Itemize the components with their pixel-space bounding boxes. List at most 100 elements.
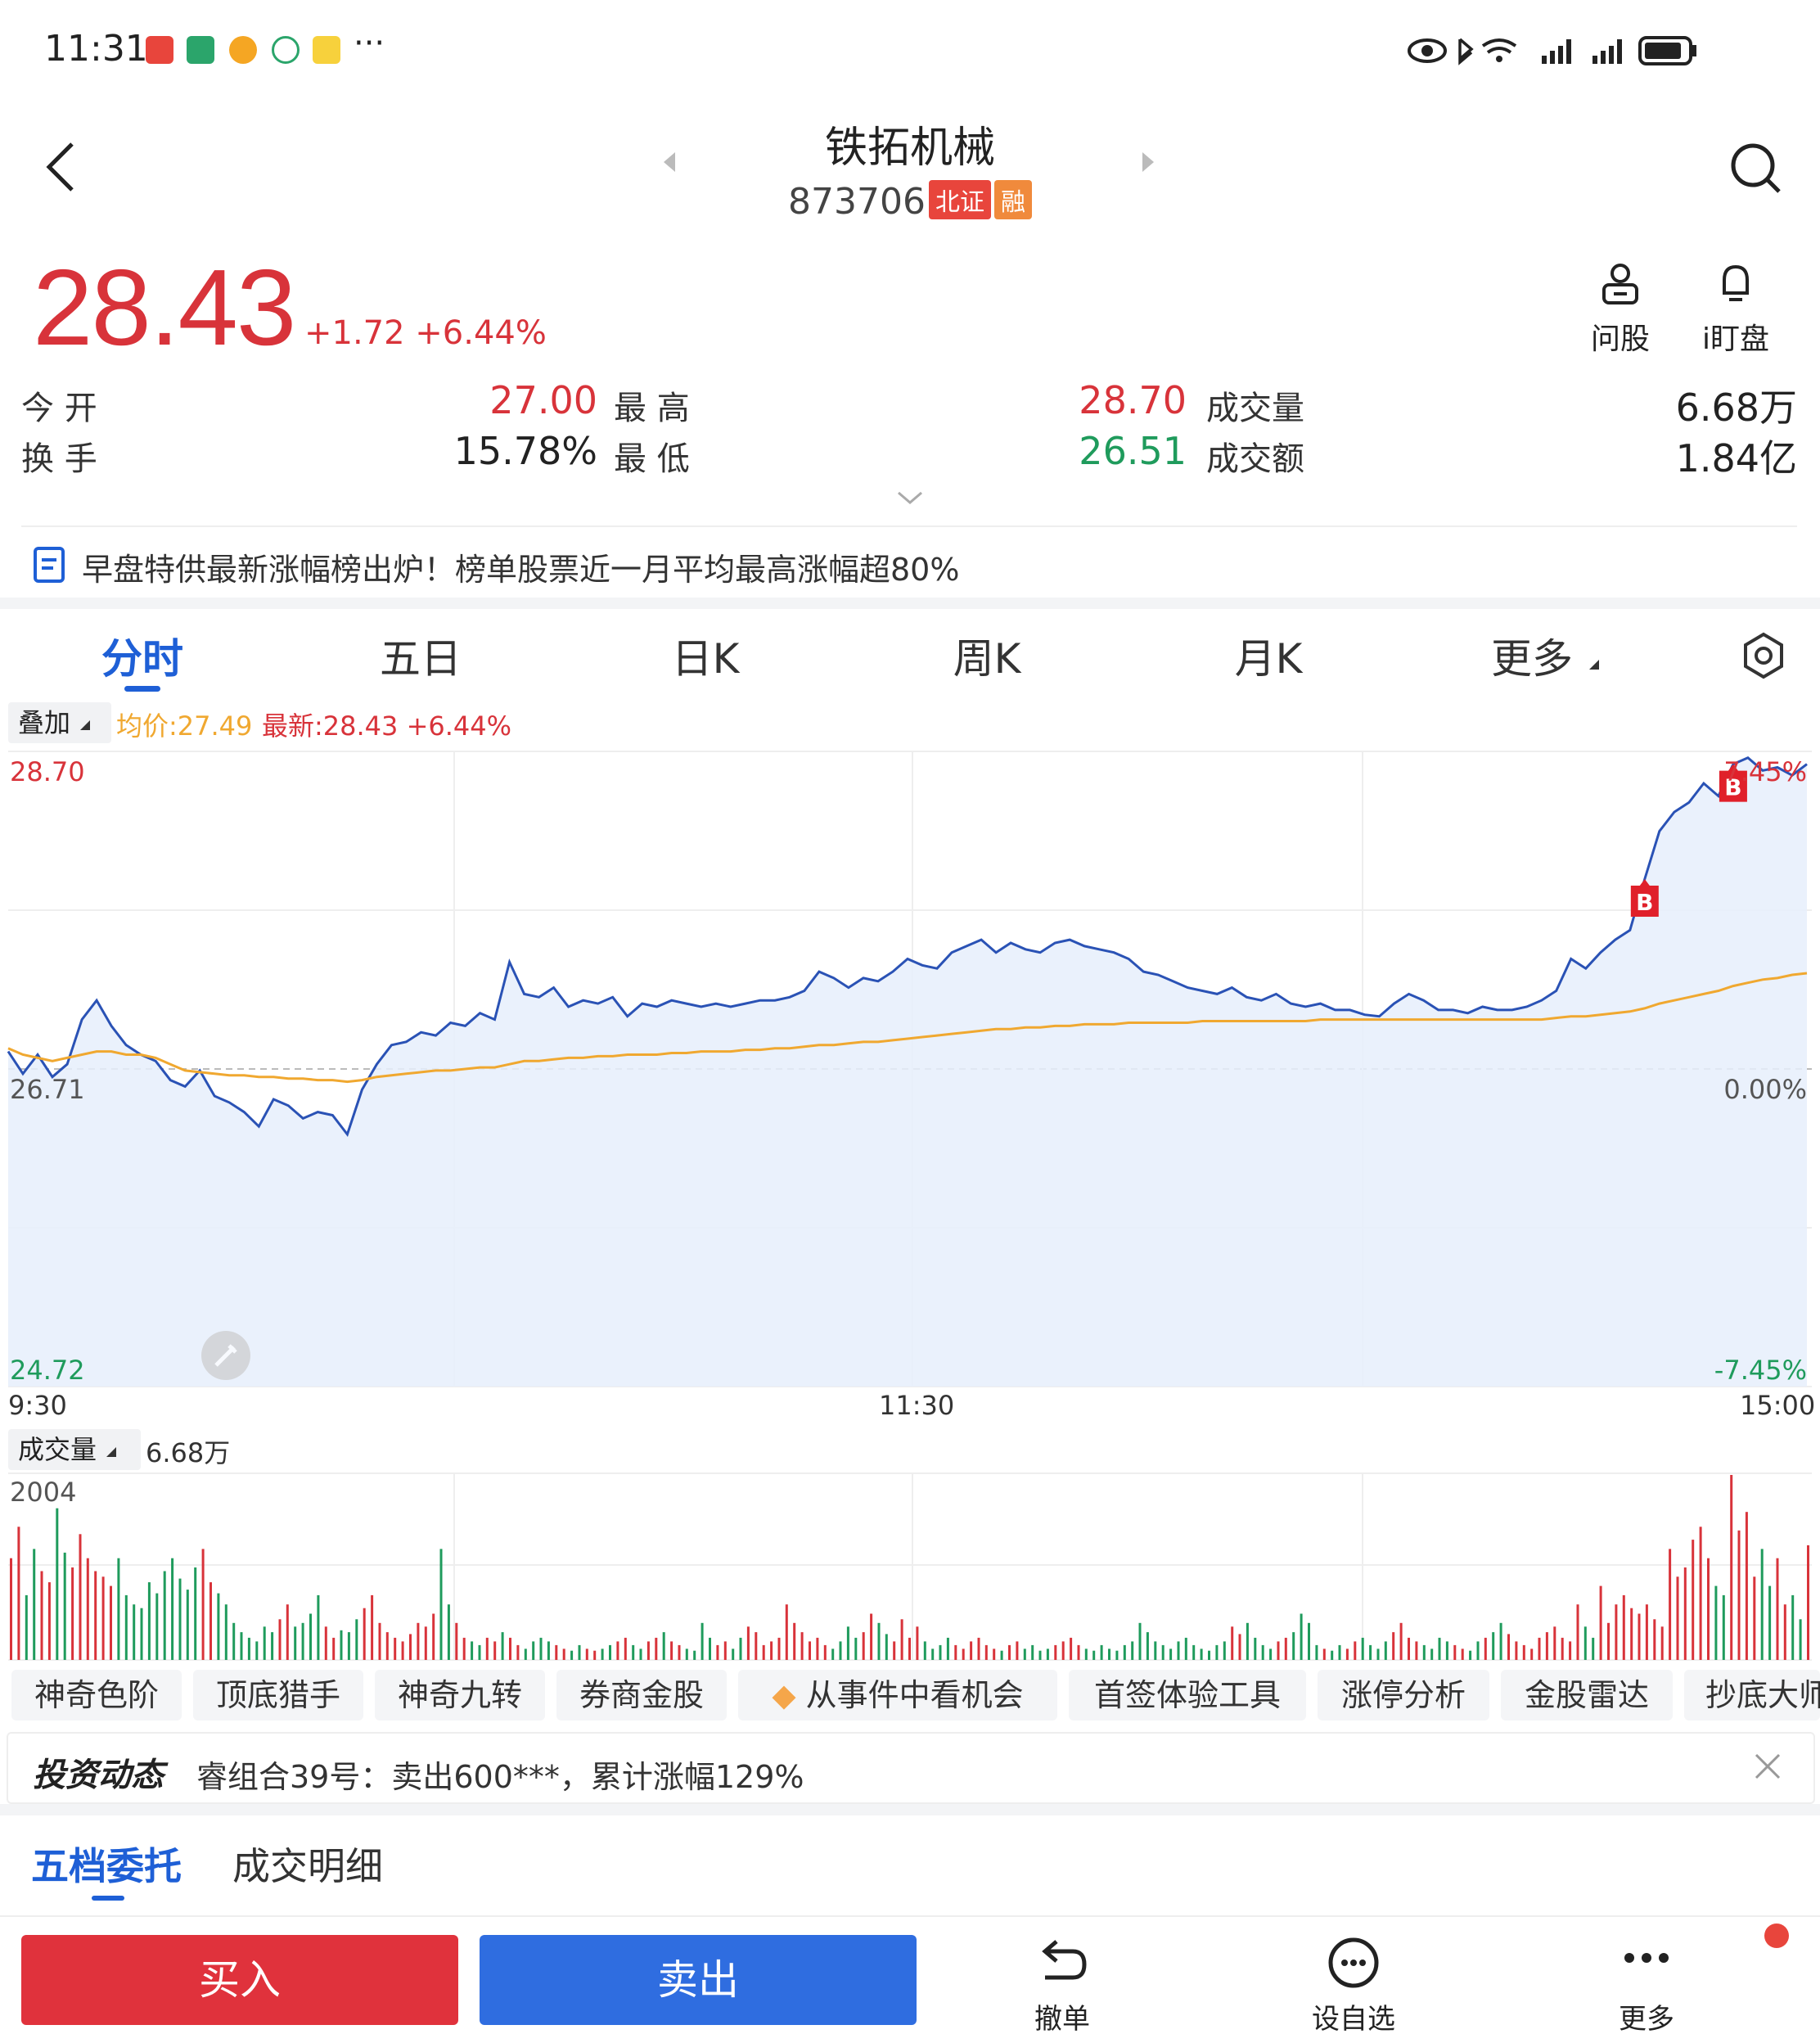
tool-color-scale[interactable]: 神奇色阶 (11, 1670, 182, 1721)
divider (21, 525, 1797, 527)
volume-bar (1331, 1650, 1334, 1660)
volume-bar (1384, 1641, 1387, 1660)
status-time: 11:31 (44, 28, 148, 70)
volume-bar (923, 1641, 926, 1660)
volume-bar (432, 1613, 435, 1660)
tool-broker-picks[interactable]: 券商金股 (556, 1670, 727, 1721)
open-value: 27.00 (489, 378, 597, 422)
tab-trade-details[interactable]: 成交明细 (232, 1837, 383, 1891)
volume-bar (1038, 1650, 1042, 1660)
volume-bar (1284, 1637, 1287, 1660)
volume-bar (1092, 1650, 1096, 1660)
volume-bar (1515, 1641, 1518, 1660)
search-button[interactable] (1727, 139, 1784, 200)
draw-tool-button[interactable] (201, 1331, 250, 1380)
low-value: 26.51 (1079, 429, 1187, 473)
market-tag: 北证 (928, 180, 991, 219)
volume-bar (1292, 1632, 1295, 1660)
intraday-chart[interactable]: BB 28.70 26.71 24.72 7.45% 0.00% -7.45% (0, 745, 1820, 1408)
pen-icon (214, 1344, 237, 1367)
tab-more-label: 更多 (1491, 635, 1574, 683)
tool-nine-turns[interactable]: 神奇九转 (375, 1670, 545, 1721)
status-icons (1408, 36, 1696, 65)
volume-bar (1308, 1622, 1310, 1660)
volume-bar (417, 1622, 420, 1660)
volume-bar (347, 1632, 350, 1660)
axis-price-top: 28.70 (10, 756, 85, 787)
volume-bar (209, 1582, 212, 1660)
volume-bar (271, 1632, 274, 1660)
volume-bar (908, 1637, 911, 1660)
chart-settings-button[interactable] (1738, 630, 1789, 684)
volume-bar (1791, 1594, 1795, 1660)
volume-bar (471, 1641, 474, 1660)
buy-button[interactable]: 买入 (21, 1935, 458, 2025)
tab-intraday[interactable]: 分时 (52, 626, 232, 685)
volume-bar (562, 1648, 565, 1660)
expand-quote-button[interactable] (895, 488, 925, 511)
tool-first-sign[interactable]: 首签体验工具 (1069, 1670, 1306, 1721)
tool-event-opportunity[interactable]: ◆ 从事件中看机会 (738, 1670, 1057, 1721)
invest-banner[interactable]: 投资动态 睿组合39号：卖出600***，累计涨幅129% (7, 1732, 1815, 1804)
section-gap-2 (0, 1804, 1820, 1815)
tab-day-k[interactable]: 日K (615, 626, 795, 685)
volume-bar (655, 1637, 658, 1660)
tab-week-k[interactable]: 周K (897, 626, 1077, 685)
volume-bar (240, 1632, 243, 1660)
tool-golden-radar[interactable]: 金股雷达 (1501, 1670, 1673, 1721)
volume-bar (110, 1585, 112, 1660)
volume-bar (1208, 1650, 1210, 1660)
volume-chart[interactable]: 2004 (0, 1470, 1820, 1663)
volume-bar (1753, 1576, 1756, 1660)
volume-bar (424, 1626, 427, 1660)
news-banner[interactable]: 早盘特供最新涨幅榜出炉！榜单股票近一月平均最高涨幅超80% (0, 536, 1820, 593)
volume-bar (854, 1637, 858, 1660)
bell-icon (1723, 264, 1749, 301)
volume-bar (1484, 1637, 1487, 1660)
tab-month-k[interactable]: 月K (1178, 626, 1358, 685)
volume-bar (1392, 1632, 1395, 1660)
volume-bar (394, 1637, 397, 1660)
section-gap (0, 598, 1820, 609)
volume-bar (1070, 1637, 1073, 1660)
volume-bar (124, 1594, 128, 1660)
volume-bar (1799, 1619, 1802, 1660)
tool-top-bottom[interactable]: 顶底猎手 (193, 1670, 363, 1721)
volume-bar (1576, 1604, 1579, 1660)
volume-bar (555, 1644, 558, 1660)
volume-bar (823, 1644, 827, 1660)
volume-indicator-button[interactable]: 成交量 (8, 1429, 141, 1470)
tab-five-day[interactable]: 五日 (331, 626, 511, 685)
volume-bar (1707, 1558, 1710, 1660)
volume-bar (723, 1641, 727, 1660)
add-watchlist-label: 设自选 (1312, 2003, 1395, 2036)
undo-icon (1042, 1940, 1087, 1980)
current-price: 28.43 (33, 247, 296, 368)
sell-button[interactable]: 卖出 (480, 1935, 917, 2025)
volume-bar (793, 1622, 796, 1660)
volume-bar (163, 1571, 166, 1660)
volume-bar (1231, 1626, 1234, 1660)
tab-order-book[interactable]: 五档委托 (31, 1837, 182, 1891)
volume-bar (1315, 1644, 1318, 1660)
cancel-order-button[interactable]: 撤单 (997, 1937, 1128, 2036)
volume-bar (954, 1644, 957, 1660)
volume-bar (478, 1644, 481, 1660)
volume-bar (984, 1644, 988, 1660)
tool-limit-up[interactable]: 涨停分析 (1318, 1670, 1489, 1721)
tool-bottom-fishing[interactable]: 抄底大师 (1684, 1670, 1820, 1721)
volume-bar (993, 1648, 996, 1660)
overlay-button[interactable]: 叠加 (8, 702, 111, 743)
volume-bar (1008, 1644, 1011, 1660)
add-watchlist-button[interactable]: 设自选 (1288, 1937, 1419, 2036)
margin-tag: 融 (993, 180, 1032, 219)
close-banner-button[interactable] (1751, 1742, 1784, 1794)
ask-stock-button[interactable]: 问股 (1579, 259, 1661, 358)
tab-more[interactable]: 更多 (1457, 626, 1637, 685)
volume-bar (1522, 1644, 1525, 1660)
watch-button[interactable]: i盯盘 (1691, 259, 1781, 358)
volume-bar (1123, 1644, 1126, 1660)
volume-bar (1569, 1641, 1572, 1660)
more-button[interactable]: 更多 (1581, 1937, 1712, 2036)
volume-bar (1422, 1644, 1426, 1660)
